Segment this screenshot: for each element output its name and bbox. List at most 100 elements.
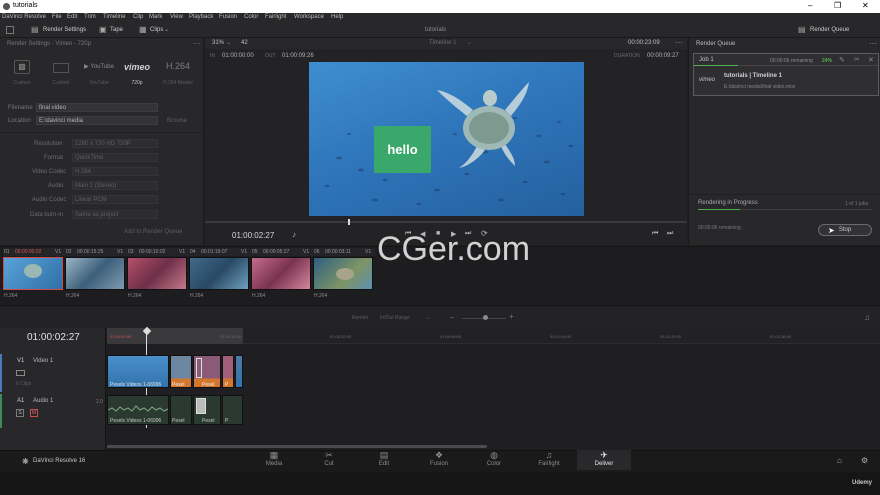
timeline-video-clip-2[interactable]: Pexel [170, 355, 192, 388]
restore-icon[interactable]: ❐ [834, 1, 841, 10]
delete-job-icon[interactable]: ✕ [868, 56, 874, 64]
nav-fusion[interactable]: ❖ Fusion [412, 450, 466, 470]
clip-thumbnail-3[interactable] [127, 257, 187, 290]
preset-youtube[interactable]: ▶ YouTube YouTube [82, 60, 116, 90]
more-options-icon[interactable]: ⋯ [193, 39, 201, 48]
timeline-video-clip-1[interactable]: Pexels Videos 1-06996 [107, 355, 169, 388]
link-icon[interactable]: ∞ [854, 56, 859, 63]
nav-color[interactable]: ◍ Color [467, 450, 521, 470]
timeline-video-clip-3[interactable]: Pexel [193, 355, 221, 388]
nav-cut[interactable]: ✂ Cut [302, 450, 356, 470]
menu-item-workspace[interactable]: Workspace [294, 14, 324, 20]
viewer-header: 31% ⌄ 42 Timeline 1 ⌄ 00:00:23:09 ⋯ [205, 38, 687, 49]
timeline-audio-clip-4[interactable]: P [222, 395, 243, 425]
menu-item-timeline[interactable]: Timeline [103, 14, 125, 20]
zoom-in-icon[interactable]: + [509, 312, 514, 321]
timeline-video-clip-5[interactable] [235, 355, 243, 388]
clip-thumbnail-4[interactable] [189, 257, 249, 290]
clips-button[interactable]: Clips [150, 27, 163, 33]
viewer-scrubber[interactable] [205, 221, 687, 223]
render-settings-button[interactable]: Render Settings [43, 27, 86, 33]
nav-deliver[interactable]: ✈ Deliver [577, 450, 631, 470]
viewer-options-icon[interactable]: ⋯ [675, 38, 683, 47]
preset-vimeo[interactable]: vimeo 720p [120, 60, 154, 90]
menu-item-mark[interactable]: Mark [149, 14, 162, 20]
zoom-out-icon[interactable]: – [450, 313, 454, 322]
nav-edit[interactable]: ▤ Edit [357, 450, 411, 470]
menu-item-file[interactable]: File [52, 14, 62, 20]
home-icon[interactable]: ⌂ [837, 456, 842, 465]
stop-button[interactable]: Stop [818, 224, 872, 236]
clip-thumbnail-1[interactable] [3, 257, 63, 290]
timeline-scrollbar[interactable] [107, 445, 487, 448]
menu-item-davinci[interactable]: DaVinci Resolve [2, 14, 46, 20]
timeline-name[interactable]: Timeline 1 [429, 40, 456, 46]
render-range-dropdown-icon[interactable]: ⌄ [425, 314, 430, 321]
monitor-icon[interactable] [16, 370, 25, 376]
ruler-mark-1: 01:00:16:00 [220, 334, 242, 339]
speaker-icon[interactable]: ♪ [292, 230, 296, 239]
edit-job-icon[interactable]: ✎ [839, 56, 845, 64]
add-to-render-queue-button[interactable]: Add to Render Queue [124, 229, 182, 235]
menu-item-fairlight[interactable]: Fairlight [265, 14, 286, 20]
mute-button[interactable]: M [30, 409, 38, 417]
browse-button[interactable]: Browse [167, 118, 187, 124]
timeline-audio-clip-1[interactable]: Pexels Videos 1-06996 [107, 395, 169, 425]
render-settings-icon: ▤ [31, 25, 39, 34]
menu-item-trim[interactable]: Trim [84, 14, 96, 20]
panel-toggle-icon[interactable] [6, 26, 14, 34]
zoom-slider-handle[interactable] [483, 315, 488, 320]
menu-item-playback[interactable]: Playback [189, 14, 213, 20]
format-select[interactable]: QuickTime [72, 153, 158, 162]
youtube-icon: ▶ YouTube [84, 64, 114, 70]
nav-edit-label: Edit [378, 461, 390, 467]
timeline-video-clip-4[interactable]: P [222, 355, 234, 388]
zoom-dropdown-icon[interactable]: ⌄ [226, 39, 231, 46]
menu-item-view[interactable]: View [170, 14, 183, 20]
audio-select[interactable]: Main 1 (Stereo) [72, 181, 158, 190]
clip-track: V1 [303, 249, 310, 255]
a1-track-name[interactable]: Audio 1 [33, 398, 53, 404]
clips-dropdown-icon[interactable]: ⌄ [164, 26, 169, 33]
timeline-dropdown-icon[interactable]: ⌄ [467, 39, 472, 46]
render-queue-button[interactable]: Render Queue [810, 27, 849, 33]
timeline-audio-clip-2[interactable]: Pexel [170, 395, 192, 425]
v1-track-name[interactable]: Video 1 [33, 358, 53, 364]
menu-item-edit[interactable]: Edit [67, 14, 77, 20]
clip-thumbnail-2[interactable] [65, 257, 125, 290]
preset-main[interactable]: ▩ Custom [5, 60, 39, 90]
menu-item-clip[interactable]: Clip [133, 14, 143, 20]
menu-item-help[interactable]: Help [331, 14, 343, 20]
clip-thumbnail-6[interactable] [313, 257, 373, 290]
filename-input[interactable]: final video [36, 103, 158, 112]
preset-custom[interactable]: Custom [44, 60, 78, 90]
clip-thumbnail-5[interactable] [251, 257, 311, 290]
video-codec-select[interactable]: H.264 [72, 167, 158, 176]
fairlight-icon: ♫ [545, 450, 553, 460]
location-input[interactable]: E:\davinci media [36, 116, 158, 125]
audio-codec-select[interactable]: Linear PCM [72, 195, 158, 204]
render-range-select[interactable]: In/Out Range [380, 315, 410, 321]
prev-clip-icon[interactable]: ⏮ [652, 230, 658, 238]
audio-meter-icon[interactable]: ♫ [864, 313, 870, 322]
clip-num: 06 [314, 249, 320, 255]
menu-item-fusion[interactable]: Fusion [219, 14, 237, 20]
timeline-audio-clip-3[interactable]: Pexel [193, 395, 221, 425]
close-icon[interactable]: ✕ [862, 1, 869, 10]
settings-gear-icon[interactable]: ⚙ [861, 456, 868, 465]
next-clip-icon[interactable]: ⏭ [667, 230, 673, 238]
solo-button[interactable]: S [16, 409, 24, 417]
scrubber-playhead[interactable] [348, 219, 350, 225]
zoom-level[interactable]: 31% [212, 40, 224, 46]
tape-button[interactable]: Tape [110, 27, 123, 33]
nav-media[interactable]: ▦ Media [247, 450, 301, 470]
data-burnin-select[interactable]: Same as project [72, 210, 158, 219]
minimize-icon[interactable]: – [808, 1, 812, 10]
nav-fairlight[interactable]: ♫ Fairlight [522, 450, 576, 470]
menu-item-color[interactable]: Color [244, 14, 258, 20]
preset-h264[interactable]: H.264 H.264 Master [158, 60, 198, 90]
queue-options-icon[interactable]: ⋯ [869, 39, 877, 48]
render-job-card[interactable]: Job 1 00:00:06 remaining 24% ✎ ∞ ✕ vimeo… [693, 53, 879, 96]
video-frame[interactable]: hello [309, 62, 584, 216]
resolution-select[interactable]: 1280 x 720 HD 720P [72, 139, 158, 148]
